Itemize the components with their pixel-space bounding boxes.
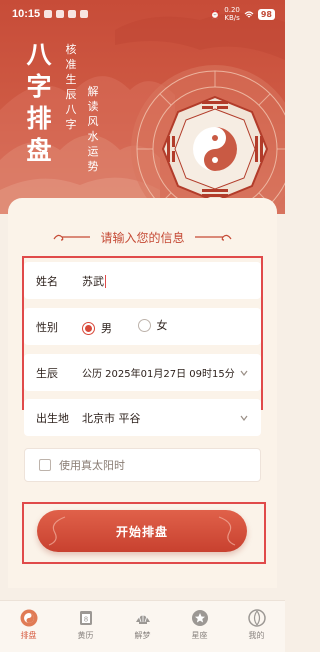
notification-icon [56,10,65,18]
gender-male-label: 男 [101,322,112,335]
name-field[interactable]: 姓名 苏武 [24,262,261,299]
svg-text:8: 8 [83,616,87,624]
solar-time-label: 使用真太阳时 [59,459,125,472]
name-label: 姓名 [36,274,58,288]
cloud-ornament-icon [48,516,66,546]
cloud-ornament-icon [194,234,231,241]
gender-male-radio[interactable]: 男 [82,320,112,336]
star-badge-icon [191,610,208,626]
gender-female-label: 女 [156,319,168,332]
chevron-down-icon [240,370,248,376]
calendar-icon: 8 [79,611,92,625]
hero-banner: 八 字 排 盘 核准生辰八字 解读风水运势 [0,0,285,214]
status-bar: 10:15 ⏰ 0.20 KB/s 98 [0,0,285,28]
radio-unselected-icon [137,318,151,332]
form-heading: 请输入您的信息 [0,228,285,246]
form-heading-text: 请输入您的信息 [100,230,185,245]
battery-indicator: 98 [257,8,275,20]
app-title: 八 字 排 盘 [22,40,56,166]
nav-item-huangli[interactable]: 8 黄历 [62,609,110,641]
net-speed-value: 0.20 [224,6,240,14]
status-time: 10:15 [12,8,41,20]
name-value: 苏武 [82,274,104,288]
nav-label: 解梦 [134,631,151,640]
profile-icon [247,609,266,627]
net-speed-unit: KB/s [224,14,240,22]
cloud-ornament-icon [218,516,236,546]
nav-item-paipan[interactable]: 排盘 [5,609,53,641]
radio-selected-icon [82,321,95,335]
bagua-app-icon [20,609,37,627]
solar-time-toggle[interactable]: 使用真太阳时 [24,448,261,482]
title-char: 八 [26,40,52,69]
slogan-line-2: 解读风水运势 [87,85,99,173]
title-char: 排 [26,104,52,133]
slogan-line-1: 核准生辰八字 [65,43,77,131]
nav-item-xingzuo[interactable]: 星座 [176,609,224,641]
gender-field: 性别 男 女 [24,308,261,345]
nav-label: 星座 [191,631,208,640]
birth-value: 公历 2025年01月27日 09时15分 [82,369,235,380]
place-label: 出生地 [36,411,69,425]
alarm-icon: ⏰ [210,9,221,19]
gender-female-radio[interactable]: 女 [137,317,168,333]
chevron-down-icon [240,415,248,421]
nav-label: 排盘 [20,631,37,640]
name-input[interactable]: 苏武 [82,273,249,289]
start-paipan-button[interactable]: 开始排盘 [37,510,247,552]
cloud-ornament-icon [53,234,91,241]
start-paipan-label: 开始排盘 [115,524,168,539]
bottom-navigation: 排盘 8 黄历 解梦 星座 我的 [0,600,285,652]
notification-icon [80,10,89,18]
bagua-wheel-icon [131,65,285,214]
gender-label: 性别 [36,320,58,334]
wifi-icon [244,10,254,17]
birth-datetime-field[interactable]: 生辰 公历 2025年01月27日 09时15分 [24,354,261,391]
notification-icon [68,10,77,18]
title-char: 字 [26,72,52,101]
nav-item-jiemeng[interactable]: 解梦 [119,609,167,641]
title-char: 盘 [26,136,52,165]
solar-time-checkbox[interactable] [39,459,51,471]
place-value: 北京市 平谷 [82,411,141,425]
text-caret [105,275,106,288]
birth-label: 生辰 [36,366,58,380]
nav-item-mine[interactable]: 我的 [233,609,281,641]
nav-label: 黄历 [77,631,94,640]
network-speed: 0.20 KB/s [224,6,240,22]
notification-icon [44,10,53,18]
birthplace-field[interactable]: 出生地 北京市 平谷 [24,399,261,436]
shell-icon [135,613,150,624]
nav-label: 我的 [248,631,265,640]
